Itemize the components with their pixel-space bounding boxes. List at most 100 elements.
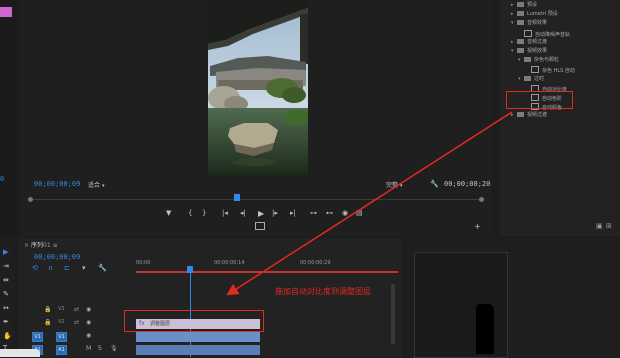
play-icon[interactable]: ▶ — [258, 209, 264, 218]
resolution-dropdown[interactable]: 完整 ▾ — [386, 180, 426, 189]
effects-tree-label: 预设 — [527, 2, 538, 8]
new-item-icon[interactable]: ⊞ — [606, 222, 612, 230]
adjustment-layer-clip-v1[interactable] — [136, 332, 260, 342]
slip-tool-icon[interactable]: ↔ — [3, 304, 9, 312]
tab-sequence[interactable]: × 序列01 ≡ — [24, 240, 58, 249]
linked-selection-icon[interactable]: ⊏ — [64, 264, 70, 272]
lift-icon[interactable]: ⊶ — [310, 209, 317, 217]
taskbar-fragment — [0, 349, 40, 357]
effect-icon — [524, 29, 532, 37]
effects-tree-label: 杂色 HLS 自动 — [542, 68, 575, 75]
chevron-down-icon: ▾ — [399, 183, 403, 189]
timeline-panel: × 序列01 ≡ 00;00;00;09 ⟲ ∩ ⊏ ▾ 🔧 00;00 00;0… — [18, 238, 402, 357]
effects-tree-item[interactable]: ▸ Lumetri 预设 — [500, 11, 620, 20]
scrubber-end-handle[interactable] — [479, 197, 484, 202]
go-to-in-icon[interactable]: |◂ — [222, 209, 228, 217]
effects-tree-item[interactable]: ▸ 预设 — [500, 2, 620, 11]
comparison-view-icon[interactable]: ▤ — [356, 209, 363, 217]
program-scrubber[interactable] — [28, 194, 484, 204]
go-to-out-icon[interactable]: ▸| — [290, 209, 296, 217]
pen-tool-icon[interactable]: ✒ — [3, 318, 9, 326]
selection-tool-icon[interactable]: ▶ — [3, 248, 8, 256]
timeline-timecode[interactable]: 00;00;00;09 — [34, 253, 80, 261]
button-editor-icon[interactable]: + — [474, 222, 481, 231]
effects-tree-item[interactable]: ▾ 杂色与颗粒 — [500, 57, 620, 66]
track-target-v1[interactable]: V1 — [56, 332, 67, 342]
effects-tree-item[interactable]: ▾ 音频效果 — [500, 20, 620, 29]
folder-icon — [524, 75, 531, 81]
close-icon[interactable]: × — [24, 242, 29, 249]
timeline-tools: ⟲ ∩ ⊏ ▾ 🔧 — [32, 264, 122, 274]
eye-icon[interactable]: ◉ — [86, 319, 91, 326]
effects-tree-label: 杂色与颗粒 — [534, 57, 560, 64]
ruler-label-mid: 00;00;00;14 — [214, 260, 245, 266]
scrubber-start-handle[interactable] — [28, 197, 33, 202]
new-bin-icon[interactable]: ▣ — [596, 222, 603, 230]
transport-controls: ▼ { } |◂ ◂| ▶ |▸ ▸| ⊶ ⊷ ◉ ▤ — [166, 209, 366, 219]
folder-icon — [517, 20, 524, 26]
track-target-a1[interactable]: A1 — [56, 345, 67, 355]
audio-clip-a1[interactable] — [136, 345, 260, 355]
duration-timecode: 00;00;00;20 — [444, 180, 491, 188]
wrench-icon[interactable]: 🔧 — [430, 180, 439, 188]
lock-icon[interactable]: 🔒 — [44, 319, 51, 326]
sync-lock-icon[interactable]: ⇄ — [74, 306, 79, 313]
effects-tree-label: 音频过渡 — [527, 38, 548, 45]
video-frame-image — [208, 0, 308, 175]
hand-tool-icon[interactable]: ✋ — [3, 332, 12, 340]
time-ruler[interactable]: 00;00 00;00;00;14 00;00;00;29 — [136, 256, 398, 274]
timeline-scrollbar[interactable] — [390, 278, 396, 354]
video-frame — [208, 0, 308, 175]
extract-icon[interactable]: ⊷ — [326, 209, 333, 217]
effects-tree-item[interactable]: ▾ 过时 — [500, 75, 620, 85]
track-v1-header: V1 V1 ◉ — [32, 332, 136, 342]
ripple-edit-tool-icon[interactable]: ⇹ — [3, 276, 9, 284]
effects-tree-label: 过时 — [534, 75, 545, 82]
menu-icon[interactable]: ≡ — [53, 242, 58, 249]
eye-icon[interactable]: ◉ — [86, 306, 91, 313]
mark-out-icon[interactable]: } — [202, 209, 206, 217]
chevron-down-icon: ▾ — [101, 183, 105, 189]
nest-icon[interactable]: ⟲ — [32, 264, 38, 272]
effects-tree-item[interactable]: 自动降噪声音轨 — [500, 29, 620, 39]
fit-dropdown[interactable]: 适合 ▾ — [88, 180, 122, 189]
track-v2-label: V2 — [58, 319, 65, 325]
safe-margins-icon[interactable] — [255, 222, 265, 230]
mute-icon[interactable]: M — [86, 345, 91, 352]
effects-tree-item[interactable]: ▾ 视频效果 — [500, 47, 620, 57]
folder-icon — [517, 47, 524, 53]
effects-tree-item[interactable]: ▸ 视频过渡 — [500, 112, 620, 121]
effects-tree-label: 视频效果 — [527, 47, 548, 54]
ruler-label-start: 00;00 — [136, 260, 151, 266]
eye-icon[interactable]: ◉ — [86, 332, 91, 339]
playhead-marker[interactable] — [234, 194, 240, 201]
effects-tree-label: 音频效果 — [527, 20, 548, 27]
effects-tree-label: 自动降噪声音轨 — [535, 31, 571, 38]
snap-icon[interactable]: ∩ — [48, 264, 53, 272]
export-frame-icon[interactable]: ◉ — [342, 209, 348, 217]
step-back-icon[interactable]: ◂| — [240, 209, 246, 217]
sync-lock-icon[interactable]: ⇄ — [74, 319, 79, 326]
work-area-bar[interactable] — [136, 271, 398, 273]
step-forward-icon[interactable]: |▸ — [272, 209, 278, 217]
track-select-tool-icon[interactable]: ⇥ — [3, 262, 9, 270]
effects-panel-bottom-icons: ▣ ⊞ — [500, 222, 620, 232]
scroll-thumb[interactable] — [391, 284, 395, 344]
solo-icon[interactable]: S — [98, 345, 102, 352]
voiceover-icon[interactable]: 🎙 — [110, 345, 118, 352]
tools-panel: ▶ ⇥ ⇹ ✎ ↔ ✒ ✋ T — [0, 242, 14, 357]
settings-wrench-icon[interactable]: 🔧 — [98, 264, 107, 272]
razor-tool-icon[interactable]: ✎ — [3, 290, 9, 298]
resolution-dropdown-label: 完整 — [386, 182, 399, 189]
audio-meters-panel — [404, 238, 620, 358]
lock-icon[interactable]: 🔒 — [44, 306, 51, 313]
add-marker-icon[interactable]: ▾ — [82, 264, 86, 272]
mark-in-icon[interactable]: { — [188, 209, 192, 217]
source-patch-v1[interactable]: V1 — [32, 332, 43, 342]
marker-icon[interactable]: ▼ — [166, 209, 171, 217]
effects-tree-item[interactable]: 杂色 HLS 自动 — [500, 66, 620, 75]
effects-tree-item[interactable]: ▸ 音频过渡 — [500, 38, 620, 48]
program-timecode[interactable]: 00;00;00;09 — [34, 180, 80, 188]
fit-dropdown-label: 适合 — [88, 182, 101, 189]
folder-icon — [517, 11, 524, 17]
